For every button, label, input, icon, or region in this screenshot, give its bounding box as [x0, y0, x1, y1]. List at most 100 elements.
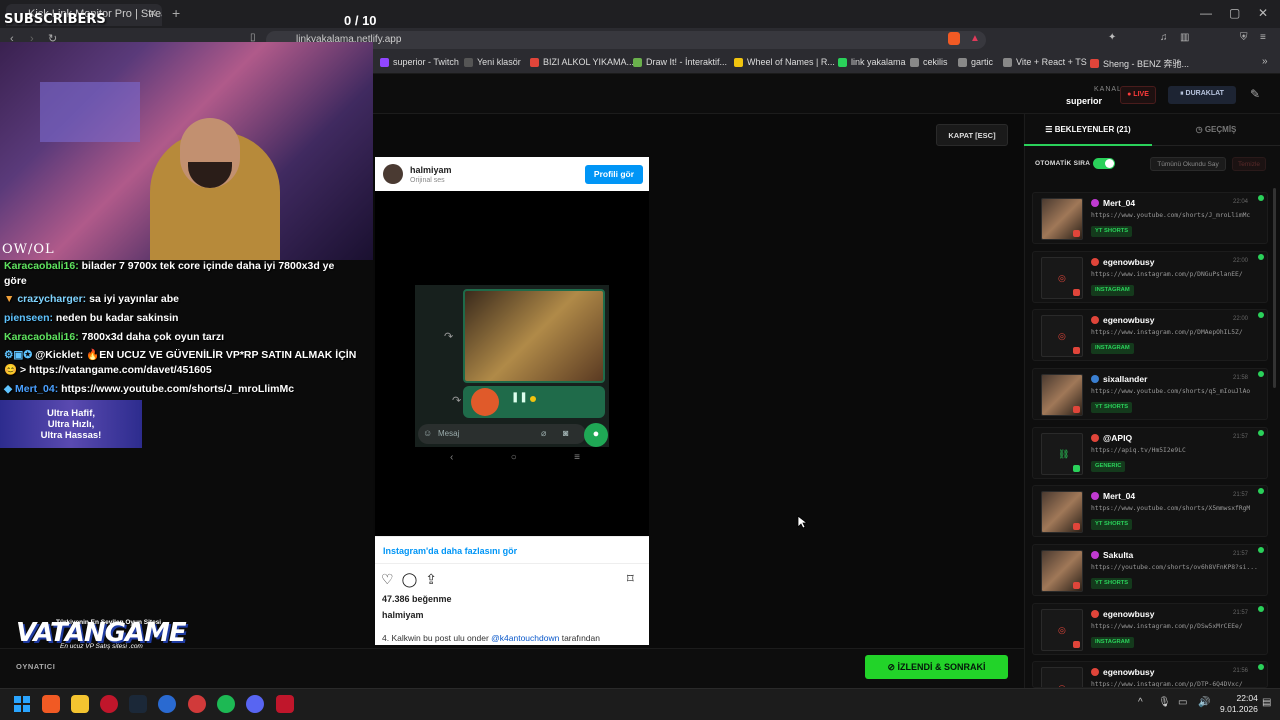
like-icon[interactable]: ♡	[381, 571, 394, 588]
tray-overflow-icon[interactable]: ^	[1138, 697, 1143, 708]
waveform-icon	[471, 388, 499, 416]
queue-thumbnail: ⛓	[1041, 433, 1083, 475]
bookmark-folder[interactable]: Yeni klasör	[464, 57, 521, 67]
chat-message: Karacaobali16: bilader 7 9700x tek core …	[4, 260, 335, 287]
microphone-icon[interactable]: 🎙	[1158, 697, 1171, 708]
bookmark-item[interactable]: Sheng - BENZ 奔驰...	[1090, 57, 1189, 70]
bookmark-item[interactable]: cekilis	[910, 57, 948, 67]
tab-history[interactable]: ◷ GEÇMİŞ	[1152, 114, 1280, 146]
user-platform-dot	[1091, 551, 1099, 559]
windows-start-icon[interactable]	[13, 695, 31, 713]
network-icon[interactable]: ▭	[1178, 697, 1187, 708]
platform-tag: INSTAGRAM	[1091, 637, 1134, 648]
spotify-icon[interactable]	[217, 695, 235, 713]
queue-item[interactable]: ◎ egenowbusy 22:00 https://www.instagram.co…	[1032, 309, 1268, 361]
bookmark-item[interactable]: Draw It! - İnteraktif...	[633, 57, 727, 67]
menu-icon[interactable]: ≡	[1260, 32, 1266, 43]
discord-icon[interactable]	[246, 695, 264, 713]
maps-app-icon[interactable]	[100, 695, 118, 713]
app-icon[interactable]	[188, 695, 206, 713]
notifications-icon[interactable]: ▤	[1262, 697, 1271, 708]
queue-item[interactable]: ◎ egenowbusy 21:56 https://www.instagram.co…	[1032, 661, 1268, 688]
queue-url: https://www.instagram.com/p/DSw5xMrCEEe/	[1091, 623, 1243, 630]
clear-button[interactable]: Temizle	[1232, 157, 1266, 171]
platform-tag: YT SHORTS	[1091, 402, 1133, 413]
instagram-username[interactable]: halmiyam	[410, 165, 452, 175]
recent-nav-icon: ≡	[574, 452, 580, 463]
subscribers-label: SUBSCRIBERS	[4, 12, 106, 27]
status-dot	[1258, 606, 1264, 612]
rewards-icon[interactable]: ▲	[970, 33, 980, 44]
queue-url: https://www.instagram.com/p/DNGuPslanEE/	[1091, 271, 1243, 278]
queue-item[interactable]: ◎ egenowbusy 21:57 https://www.instagram.co…	[1032, 603, 1268, 655]
forward-arrow-icon: ↷	[444, 331, 454, 343]
app-icon[interactable]	[276, 695, 294, 713]
bookmark-item[interactable]: link yakalama	[838, 57, 906, 67]
new-tab-icon[interactable]: +	[172, 5, 180, 21]
bookmark-item[interactable]: BIZI ALKOL YIKAMA...	[530, 57, 634, 67]
platform-badge	[1073, 230, 1080, 237]
queue-timestamp: 21:57	[1233, 492, 1249, 498]
queue-thumbnail	[1041, 374, 1083, 416]
bookmark-item[interactable]: Wheel of Names | R...	[734, 57, 835, 67]
camera-icon: ◙	[563, 428, 569, 438]
sidebar-icon[interactable]: ▥	[1180, 32, 1189, 43]
live-button[interactable]: ● LIVE	[1120, 86, 1156, 104]
mention-link[interactable]: @k4antouchdown	[491, 633, 559, 643]
save-post-icon[interactable]: ⌑	[627, 571, 634, 587]
mark-all-read-button[interactable]: Tümünü Okundu Say	[1150, 157, 1226, 171]
comment-icon[interactable]: ◯	[402, 571, 418, 588]
view-profile-button[interactable]: Profili gör	[585, 165, 643, 184]
clock[interactable]: 22:04 9.01.2026	[1220, 693, 1258, 715]
vpn-icon[interactable]: ⛨	[1240, 32, 1248, 43]
watched-next-button[interactable]: ⊘ İZLENDİ & SONRAKİ	[865, 655, 1008, 679]
queue-item[interactable]: sixallander 21:58 https://www.youtube.com/…	[1032, 368, 1268, 420]
divider	[375, 563, 649, 564]
tab-queue[interactable]: ☰ BEKLEYENLER (21)	[1024, 114, 1152, 146]
instagram-icon: ◎	[1058, 625, 1066, 635]
sidebar-scrollbar[interactable]	[1273, 188, 1276, 388]
queue-timestamp: 22:00	[1233, 316, 1249, 322]
brave-browser-icon[interactable]	[42, 695, 60, 713]
brave-shield-icon[interactable]	[948, 32, 960, 45]
extensions-icon[interactable]: ✦	[1108, 32, 1116, 43]
status-dot	[1258, 430, 1264, 436]
edit-icon[interactable]: ✎	[1250, 87, 1264, 101]
status-dot	[1258, 371, 1264, 377]
bookmark-item[interactable]: gartic	[958, 57, 993, 67]
queue-url: https://www.instagram.com/p/DTP-6Q4DVxc/	[1091, 681, 1243, 688]
queue-item[interactable]: ◎ egenowbusy 22:00 https://www.instagram.co…	[1032, 251, 1268, 303]
browser-tab-bar	[0, 0, 1280, 28]
queue-item[interactable]: Mert_04 21:57 https://www.youtube.com/shor…	[1032, 485, 1268, 537]
queue-username: @APIQ	[1103, 433, 1133, 443]
media-icon[interactable]: ♫	[1160, 32, 1168, 43]
bookmark-item[interactable]: superior - Twitch	[380, 57, 459, 67]
queue-item[interactable]: Sakulta 21:57 https://youtube.com/shorts/o…	[1032, 544, 1268, 596]
queue-username: egenowbusy	[1103, 667, 1155, 677]
maximize-icon[interactable]: ▢	[1229, 6, 1240, 20]
caption-username[interactable]: halmiyam	[382, 610, 424, 620]
bookmark-item[interactable]: Vite + React + TS	[1003, 57, 1087, 67]
close-viewer-button[interactable]: KAPAT [ESC]	[936, 124, 1008, 146]
bookmarks-overflow-icon[interactable]: »	[1262, 56, 1268, 67]
view-more-link[interactable]: Instagram'da daha fazlasını gör	[383, 546, 517, 556]
avatar[interactable]	[383, 164, 403, 184]
status-dot	[1258, 547, 1264, 553]
pause-button[interactable]: ⏸ DURAKLAT	[1168, 86, 1236, 104]
volume-icon[interactable]: 🔊	[1198, 697, 1210, 708]
minimize-icon[interactable]: —	[1200, 6, 1212, 20]
steam-icon[interactable]	[129, 695, 147, 713]
user-platform-dot	[1091, 434, 1099, 442]
user-platform-dot	[1091, 375, 1099, 383]
app-icon[interactable]	[158, 695, 176, 713]
window-close-icon[interactable]: ✕	[1258, 6, 1268, 20]
pause-icon: ❚❚	[511, 392, 528, 403]
queue-item[interactable]: Mert_04 22:04 https://www.youtube.com/shor…	[1032, 192, 1268, 244]
queue-item[interactable]: ⛓ @APIQ 21:57 https://apiq.tv/Hm5I2e9LC GENE…	[1032, 427, 1268, 479]
tab-close-icon[interactable]: ✕	[148, 7, 157, 20]
player-label: OYNATICI	[16, 662, 56, 671]
file-explorer-icon[interactable]	[71, 695, 89, 713]
url-input[interactable]: linkyakalama.netlify.app	[266, 31, 986, 49]
status-dot	[1258, 195, 1264, 201]
share-icon[interactable]: ⇪	[425, 571, 437, 588]
